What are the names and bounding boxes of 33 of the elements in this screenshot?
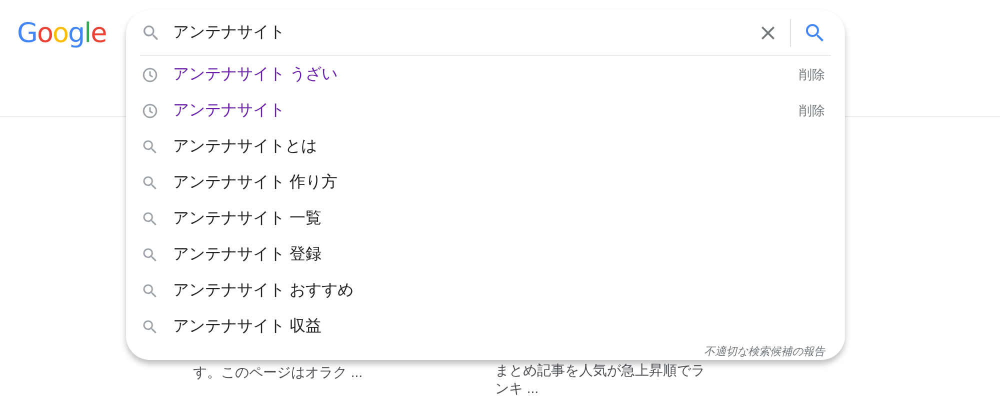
result-snippet: ンキ ... xyxy=(495,379,540,397)
suggestion-item[interactable]: アンテナサイトとは xyxy=(126,129,845,165)
search-icon xyxy=(141,282,159,300)
suggestion-text: アンテナサイト 収益 xyxy=(173,316,322,337)
suggestion-item[interactable]: アンテナサイト 一覧 xyxy=(126,201,845,237)
suggestion-text: アンテナサイト 登録 xyxy=(173,245,322,265)
clock-icon xyxy=(141,66,159,84)
result-snippet: まとめ記事を人気が急上昇順でラ xyxy=(495,361,705,379)
report-link[interactable]: 不適切な検索候補の報告 xyxy=(704,345,825,359)
search-icon xyxy=(141,246,159,264)
result-snippet: す。このページはオラク ... xyxy=(193,363,363,382)
search-icon xyxy=(141,174,159,192)
google-logo[interactable]: Google xyxy=(17,14,106,54)
suggestion-item[interactable]: アンテナサイト 収益 xyxy=(126,309,845,345)
suggestion-text: アンテナサイトとは xyxy=(173,137,318,157)
delete-link[interactable]: 削除 xyxy=(799,65,825,85)
suggestion-item[interactable]: アンテナサイト おすすめ xyxy=(126,273,845,309)
search-field[interactable]: アンテナサイト xyxy=(173,20,758,44)
search-icon xyxy=(141,318,159,336)
suggestion-item[interactable]: アンテナサイト 作り方 xyxy=(126,165,845,201)
suggestion-item[interactable]: アンテナサイト 削除 xyxy=(126,93,845,129)
suggestion-text: アンテナサイト うざい xyxy=(173,65,338,85)
search-icon xyxy=(141,210,159,228)
suggestion-text: アンテナサイト おすすめ xyxy=(173,281,354,301)
suggestion-item[interactable]: アンテナサイト うざい 削除 xyxy=(126,57,845,93)
suggestion-text: アンテナサイト 一覧 xyxy=(173,209,322,229)
suggestion-item[interactable]: アンテナサイト 登録 xyxy=(126,237,845,273)
suggestion-text: アンテナサイト 作り方 xyxy=(173,172,338,193)
delete-link[interactable]: 削除 xyxy=(799,101,825,121)
clock-icon xyxy=(141,102,159,120)
search-icon xyxy=(141,138,159,156)
suggestion-text: アンテナサイト xyxy=(173,101,286,121)
search-icon xyxy=(141,22,161,42)
